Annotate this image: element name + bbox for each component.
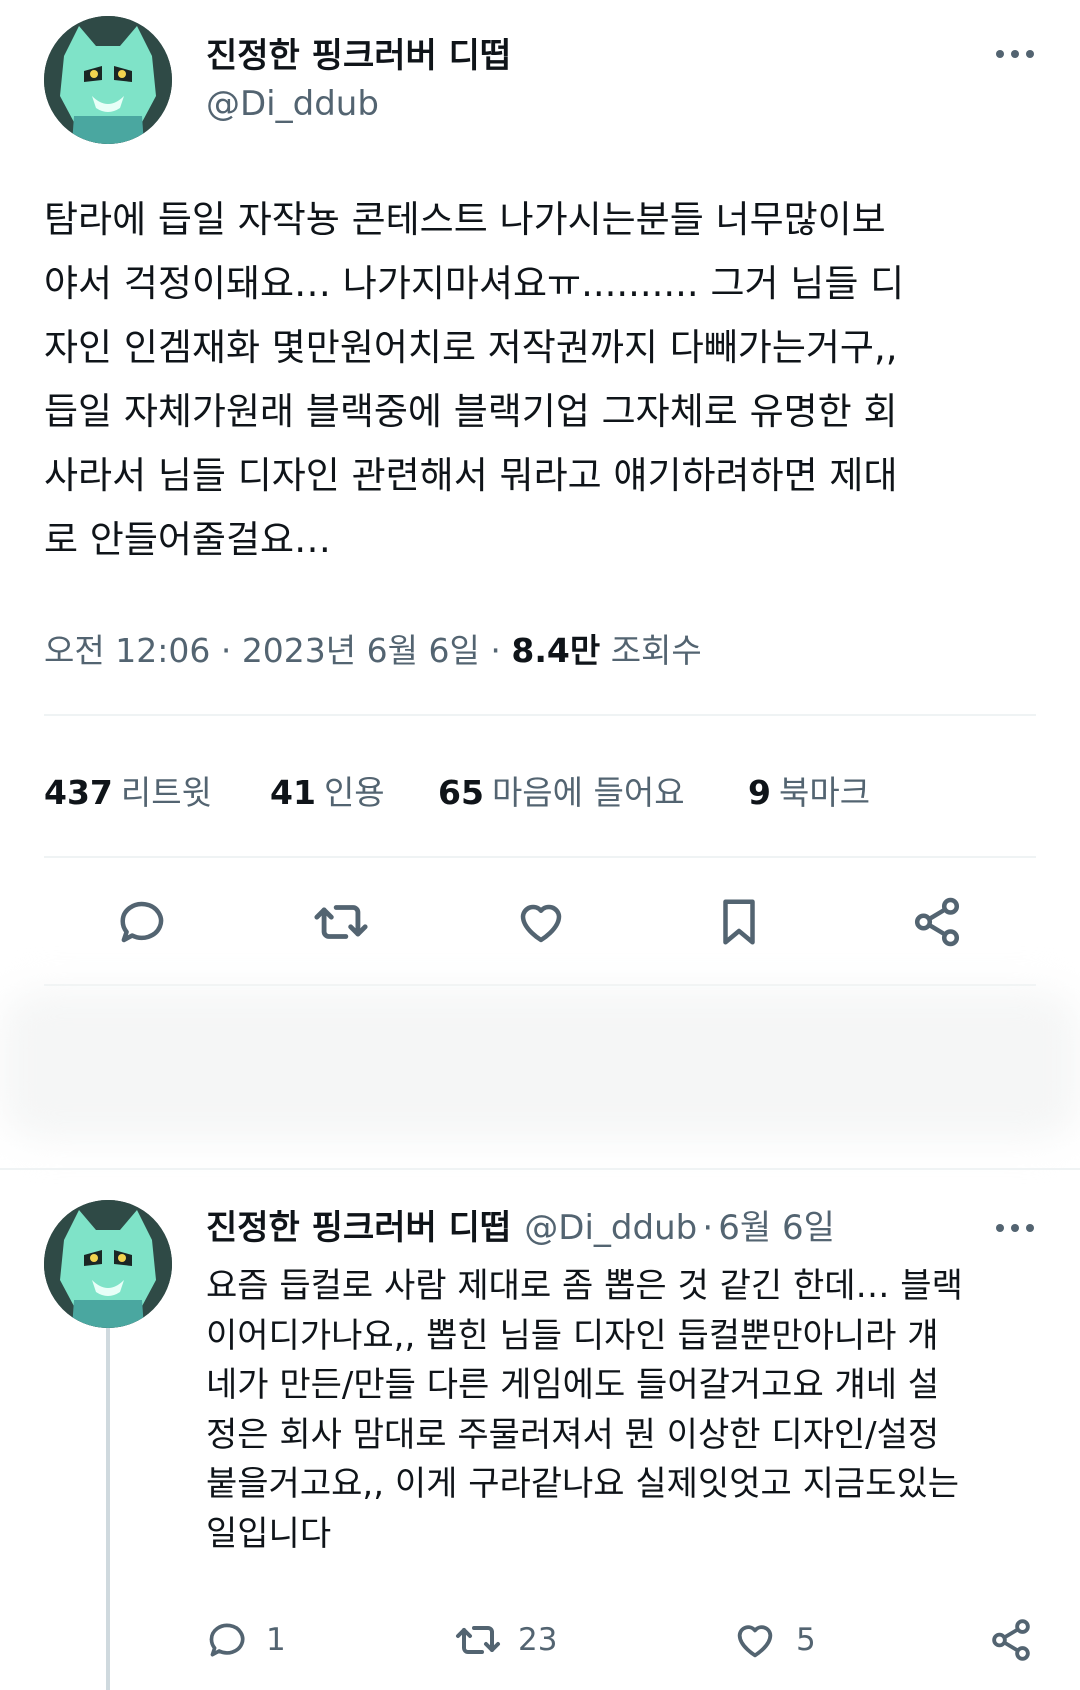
tweet-date[interactable]: 2023년 6월 6일 — [242, 631, 480, 670]
reply-display-name[interactable]: 진정한 핑크러버 디떱 — [206, 1208, 511, 1248]
divider — [44, 984, 1036, 986]
bookmark-button[interactable] — [704, 890, 774, 954]
divider — [0, 1168, 1080, 1170]
reply-reply-button[interactable]: 1 — [206, 1616, 286, 1664]
stat-retweets[interactable]: 437 리트윗 — [44, 766, 212, 814]
reply-header: 진정한 핑크러버 디떱 @Di_ddub · 6월 6일 — [206, 1200, 835, 1249]
retweets-label: 리트윗 — [120, 773, 212, 812]
reply-share-button[interactable] — [986, 1616, 1036, 1664]
like-button[interactable] — [506, 890, 576, 954]
views-label: 조회수 — [610, 631, 702, 670]
share-button[interactable] — [902, 890, 972, 954]
stat-likes[interactable]: 65 마음에 들어요 — [438, 766, 685, 814]
reply-count: 1 — [266, 1622, 286, 1658]
divider — [44, 714, 1036, 716]
avatar[interactable] — [44, 16, 172, 144]
like-count: 5 — [796, 1622, 816, 1658]
reply-handle[interactable]: @Di_ddub — [524, 1208, 697, 1248]
retweet-icon — [456, 1626, 500, 1654]
likes-label: 마음에 들어요 — [491, 773, 685, 812]
avatar-image — [44, 16, 172, 144]
reply-separator: · — [702, 1208, 714, 1248]
display-name[interactable]: 진정한 핑크러버 디떱 — [206, 28, 511, 77]
retweet-count: 23 — [518, 1622, 558, 1658]
tweet-meta: 오전 12:06 · 2023년 6월 6일 · 8.4만 조회수 — [44, 624, 702, 672]
stat-quotes[interactable]: 41 인용 — [270, 766, 385, 814]
divider — [44, 856, 1036, 858]
retweets-count: 437 — [44, 773, 113, 812]
reply-retweet-button[interactable]: 23 — [454, 1616, 557, 1664]
redacted-area — [0, 990, 1080, 1140]
views-count: 8.4만 — [511, 631, 601, 670]
meta-separator: · — [490, 631, 501, 670]
reply-icon — [120, 901, 164, 943]
likes-count: 65 — [438, 773, 484, 812]
reply-button[interactable] — [108, 890, 178, 954]
reply-date[interactable]: 6월 6일 — [718, 1208, 835, 1248]
quotes-count: 41 — [270, 773, 316, 812]
more-icon[interactable] — [996, 48, 1034, 60]
like-icon — [520, 904, 562, 943]
bookmarks-label: 북마크 — [778, 773, 871, 812]
reply-more-icon[interactable] — [996, 1222, 1034, 1234]
tweet-time[interactable]: 오전 12:06 — [44, 631, 210, 670]
avatar-image — [44, 1200, 172, 1328]
share-icon — [992, 1619, 1030, 1661]
handle[interactable]: @Di_ddub — [206, 84, 379, 124]
retweet-icon — [314, 905, 368, 939]
reply-like-button[interactable]: 5 — [732, 1616, 816, 1664]
quotes-label: 인용 — [323, 773, 385, 812]
reply-text: 요즘 듭컬로 사람 제대로 좀 뽑은 것 같긴 한데… 블랙 이어디가나요,, … — [206, 1266, 963, 1554]
retweet-button[interactable] — [306, 890, 376, 954]
thread-line — [106, 1328, 110, 1690]
meta-separator: · — [220, 631, 232, 670]
tweet-text: 탐라에 듭일 자작뇽 콘테스트 나가시는분들 너무많이보 야서 걱정이돼요… 나… — [44, 198, 905, 561]
like-icon — [737, 1625, 773, 1658]
share-icon — [914, 897, 960, 947]
bookmarks-count: 9 — [748, 773, 771, 812]
reply-avatar[interactable] — [44, 1200, 172, 1328]
bookmark-icon — [723, 899, 755, 945]
reply-icon — [209, 1623, 245, 1657]
stat-bookmarks[interactable]: 9 북마크 — [748, 766, 870, 814]
